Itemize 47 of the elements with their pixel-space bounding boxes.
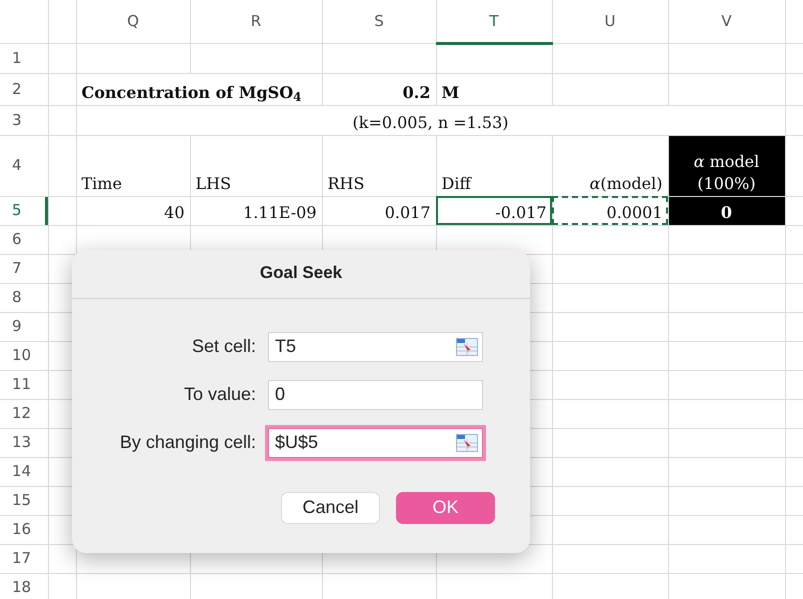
row-header[interactable]: 7 — [0, 254, 48, 283]
input-field[interactable]: T5 — [268, 332, 483, 362]
column-header[interactable]: T — [436, 0, 552, 43]
dialog-title: Goal Seek — [72, 250, 530, 298]
table-cell: Time — [76, 135, 190, 196]
row-header[interactable]: 9 — [0, 312, 48, 341]
row-header[interactable]: 6 — [0, 225, 48, 254]
table-cell: 1.11E-09 — [190, 196, 322, 225]
row-header[interactable]: 4 — [0, 135, 48, 196]
column-header[interactable]: S — [322, 0, 436, 43]
table-cell: α model (100%) — [668, 135, 785, 196]
table-cell: RHS — [322, 135, 436, 196]
row-header[interactable]: 11 — [0, 370, 48, 399]
row-header[interactable]: 1 — [0, 43, 48, 73]
table-cell: 40 — [76, 196, 190, 225]
range-picker-icon[interactable] — [456, 338, 478, 356]
row-header[interactable]: 15 — [0, 486, 48, 515]
row-header[interactable]: 12 — [0, 399, 48, 428]
column-header[interactable]: Q — [76, 0, 190, 43]
row-header[interactable]: 18 — [0, 573, 48, 599]
input-field[interactable]: $U$5 — [268, 428, 483, 458]
table-cell: 0 — [668, 196, 785, 225]
row-header[interactable]: 8 — [0, 283, 48, 312]
field-label: Set cell: — [190, 335, 257, 358]
row-header[interactable]: 14 — [0, 457, 48, 486]
table-cell: LHS — [190, 135, 322, 196]
row-header[interactable]: 16 — [0, 515, 48, 544]
column-header[interactable]: V — [668, 0, 785, 43]
row-header[interactable]: 10 — [0, 341, 48, 370]
table-cell: 0.0001 — [552, 196, 668, 225]
table-cell: -0.017 — [436, 196, 552, 225]
field-label: By changing cell: — [118, 431, 257, 454]
table-cell: M — [436, 73, 552, 105]
row-header[interactable]: 17 — [0, 544, 48, 573]
row-header[interactable]: 2 — [0, 73, 48, 105]
input-field[interactable]: 0 — [268, 380, 483, 410]
table-cell: 0.2 — [322, 73, 436, 105]
column-header[interactable]: U — [552, 0, 668, 43]
column-header[interactable]: R — [190, 0, 322, 43]
table-cell: (k=0.005, n =1.53) — [76, 105, 785, 135]
field-label: To value: — [182, 383, 257, 406]
range-picker-icon[interactable] — [456, 434, 478, 452]
cancel-button[interactable]: Cancel — [281, 492, 380, 524]
row-header[interactable]: 13 — [0, 428, 48, 457]
table-cell: Concentration of MgSO$_{4}$ — [76, 73, 322, 105]
row-header[interactable]: 3 — [0, 105, 48, 135]
row-header[interactable]: 5 — [0, 196, 48, 225]
